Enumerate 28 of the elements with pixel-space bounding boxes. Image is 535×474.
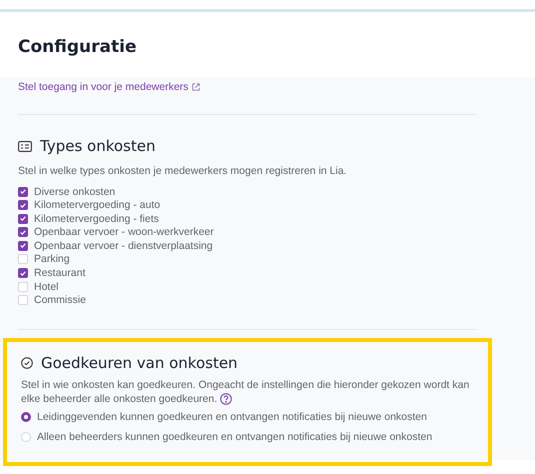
checkbox[interactable]	[18, 186, 28, 196]
section-title: Goedkeuren van onkosten	[41, 354, 238, 372]
checkbox[interactable]	[18, 200, 28, 210]
checkbox-label: Openbaar vervoer - woon-werkverkeer	[34, 226, 214, 238]
checkbox-label: Openbaar vervoer - dienstverplaatsing	[34, 240, 213, 252]
checkbox-label: Kilometervergoeding - auto	[34, 199, 160, 212]
access-link[interactable]: Stel toegang in voor je medewerkers	[18, 81, 200, 93]
checkbox[interactable]	[18, 214, 28, 224]
external-link-icon	[192, 83, 200, 91]
card-icon	[18, 140, 32, 152]
checkbox-label: Hotel	[34, 280, 59, 293]
section-description: Stel in welke types onkosten je medewerkers mogen registreren in Lia.	[18, 164, 348, 178]
checkbox-label: Diverse onkosten	[34, 186, 116, 198]
radio-label: Alleen beheerders kunnen goedkeuren en ontvangen notificaties bij nieuwe onkosten	[37, 431, 432, 444]
checkbox-label: Commissie	[34, 294, 86, 306]
checkbox[interactable]	[18, 227, 28, 238]
help-icon[interactable]	[220, 392, 232, 405]
check-circle-icon	[21, 356, 33, 369]
checkbox-label: Restaurant	[34, 267, 86, 280]
checkbox[interactable]	[18, 240, 28, 251]
page-title: Configuratie	[18, 36, 136, 56]
section-description: Stel in wie onkosten kan goedkeuren. Ongeacht de instellingen die hieronder gekozen wordt kan elke beheerder alle onkosten goedkeuren.	[21, 378, 470, 406]
checkbox-label: Parking	[34, 253, 70, 266]
checkbox-label: Kilometervergoeding - fiets	[34, 212, 159, 225]
radio-label: Leidinggevenden kunnen goedkeuren en ontvangen notificaties bij nieuwe onkosten	[37, 411, 427, 424]
radio-button[interactable]	[21, 412, 31, 422]
checkbox[interactable]	[18, 268, 28, 278]
section-title: Types onkosten	[40, 137, 156, 155]
